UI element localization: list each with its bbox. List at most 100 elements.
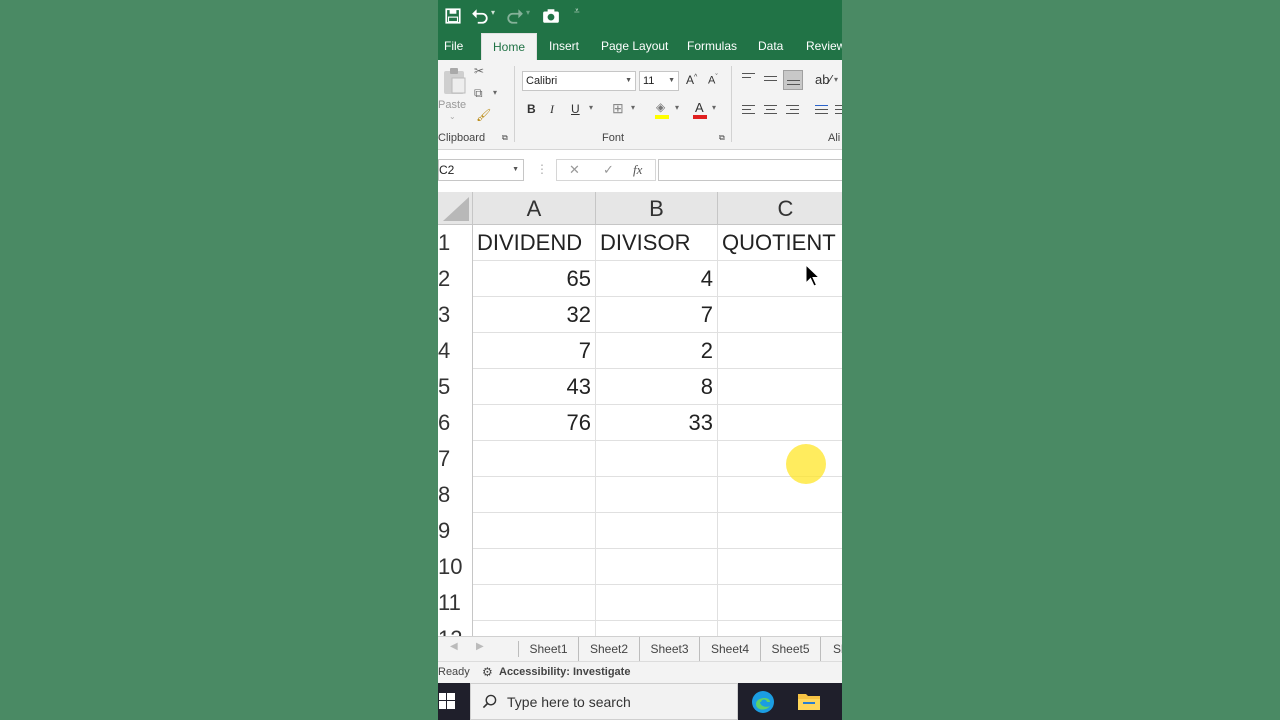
cancel-icon[interactable]: ✕ <box>569 162 580 178</box>
cell-c6[interactable] <box>718 405 842 441</box>
tab-insert[interactable]: Insert <box>549 32 579 60</box>
italic-button[interactable]: I <box>550 102 554 117</box>
align-center-icon[interactable] <box>764 105 777 117</box>
cell-b7[interactable] <box>596 441 718 477</box>
cell-b12[interactable] <box>596 621 718 636</box>
format-painter-icon[interactable]: 🖌 <box>476 108 491 122</box>
cell-b10[interactable] <box>596 549 718 585</box>
camera-icon[interactable] <box>542 7 560 25</box>
cell-b6[interactable]: 33 <box>596 405 718 441</box>
decrease-indent-icon[interactable] <box>815 105 828 117</box>
undo-dropdown-icon[interactable]: ▾ <box>491 8 495 17</box>
font-color-dropdown-icon[interactable]: ▾ <box>712 103 716 112</box>
start-button[interactable] <box>438 683 470 720</box>
tab-data[interactable]: Data <box>758 32 783 60</box>
tab-home[interactable]: Home <box>481 33 538 60</box>
font-name-dropdown[interactable]: Calibri ▼ <box>522 71 636 91</box>
row-header[interactable]: 8 <box>438 477 473 513</box>
row-header[interactable]: 7 <box>438 441 473 477</box>
row-header[interactable]: 1 <box>438 225 473 261</box>
cell-b4[interactable]: 2 <box>596 333 718 369</box>
cell-b1[interactable]: DIVISOR <box>596 225 718 261</box>
cell-b8[interactable] <box>596 477 718 513</box>
save-icon[interactable] <box>444 7 462 25</box>
cell-a12[interactable] <box>473 621 596 636</box>
paste-label[interactable]: Paste <box>438 99 466 111</box>
paste-dropdown-icon[interactable]: ⌄ <box>449 112 456 121</box>
cell-a9[interactable] <box>473 513 596 549</box>
cell-c4[interactable] <box>718 333 842 369</box>
cell-a1[interactable]: DIVIDEND <box>473 225 596 261</box>
cell-b3[interactable]: 7 <box>596 297 718 333</box>
cell-c12[interactable] <box>718 621 842 636</box>
decrease-font-size-icon[interactable]: Aˇ <box>708 74 718 87</box>
cell-c9[interactable] <box>718 513 842 549</box>
cell-a8[interactable] <box>473 477 596 513</box>
cell-c1[interactable]: QUOTIENT <box>718 225 842 261</box>
borders-icon[interactable]: ⊞ <box>612 100 624 117</box>
cell-c3[interactable] <box>718 297 842 333</box>
cell-c5[interactable] <box>718 369 842 405</box>
cell-a7[interactable] <box>473 441 596 477</box>
align-right-icon[interactable] <box>786 105 799 117</box>
row-header[interactable]: 11 <box>438 585 473 621</box>
cell-b11[interactable] <box>596 585 718 621</box>
edge-icon[interactable] <box>751 690 775 714</box>
column-header-b[interactable]: B <box>596 192 718 225</box>
sheet-tab-sheet1[interactable]: Sheet1 <box>519 637 579 661</box>
copy-icon[interactable]: ⧉ <box>474 86 483 101</box>
enter-icon[interactable]: ✓ <box>603 162 614 178</box>
cell-a5[interactable]: 43 <box>473 369 596 405</box>
tab-review[interactable]: Review <box>806 32 842 60</box>
name-box[interactable]: C2 ▼ <box>438 159 524 181</box>
orientation-icon[interactable]: ab⁄ <box>815 72 832 87</box>
row-header[interactable]: 10 <box>438 549 473 585</box>
increase-indent-icon[interactable] <box>835 105 842 117</box>
font-color-icon[interactable]: A <box>692 100 710 120</box>
sheet-tab-sheet4[interactable]: Sheet4 <box>700 637 761 661</box>
column-header-a[interactable]: A <box>473 192 596 225</box>
column-header-c[interactable]: C <box>718 192 842 225</box>
sheet-tab-sheet5[interactable]: Sheet5 <box>761 637 821 661</box>
bottom-align-button[interactable] <box>783 70 803 90</box>
align-left-icon[interactable] <box>742 105 755 117</box>
formula-input[interactable] <box>658 159 842 181</box>
cell-b2[interactable]: 4 <box>596 261 718 297</box>
cell-a10[interactable] <box>473 549 596 585</box>
cell-b5[interactable]: 8 <box>596 369 718 405</box>
bold-button[interactable]: B <box>527 102 536 116</box>
cell-c11[interactable] <box>718 585 842 621</box>
top-align-icon[interactable] <box>742 73 755 81</box>
tab-formulas[interactable]: Formulas <box>687 32 737 60</box>
row-header[interactable]: 3 <box>438 297 473 333</box>
cell-a4[interactable]: 7 <box>473 333 596 369</box>
cell-c8[interactable] <box>718 477 842 513</box>
accessibility-status[interactable]: Accessibility: Investigate <box>499 666 630 678</box>
taskbar-search-box[interactable]: Type here to search <box>470 683 738 720</box>
row-header[interactable]: 6 <box>438 405 473 441</box>
middle-align-icon[interactable] <box>764 76 777 84</box>
redo-icon[interactable] <box>506 7 524 25</box>
cell-c2[interactable] <box>718 261 842 297</box>
copy-dropdown-icon[interactable]: ▾ <box>493 88 497 97</box>
fill-color-icon[interactable]: ◈ <box>654 100 672 120</box>
clipboard-launcher-icon[interactable]: ⧉ <box>502 133 508 143</box>
row-header[interactable]: 2 <box>438 261 473 297</box>
cell-a3[interactable]: 32 <box>473 297 596 333</box>
underline-button[interactable]: U <box>571 102 580 116</box>
customize-qat-icon[interactable]: ⩡ <box>574 6 580 17</box>
redo-dropdown-icon[interactable]: ▾ <box>526 8 530 17</box>
row-header[interactable]: 9 <box>438 513 473 549</box>
select-all-button[interactable] <box>438 192 473 225</box>
cell-c10[interactable] <box>718 549 842 585</box>
row-header[interactable]: 4 <box>438 333 473 369</box>
fill-color-dropdown-icon[interactable]: ▾ <box>675 103 679 112</box>
sheet-next-icon[interactable]: ▶ <box>476 641 484 652</box>
row-header[interactable]: 5 <box>438 369 473 405</box>
borders-dropdown-icon[interactable]: ▾ <box>631 103 635 112</box>
paste-icon[interactable] <box>442 66 468 96</box>
undo-icon[interactable] <box>471 7 489 25</box>
cell-a6[interactable]: 76 <box>473 405 596 441</box>
sheet-tab-sheet2[interactable]: Sheet2 <box>579 637 640 661</box>
font-launcher-icon[interactable]: ⧉ <box>719 133 725 143</box>
